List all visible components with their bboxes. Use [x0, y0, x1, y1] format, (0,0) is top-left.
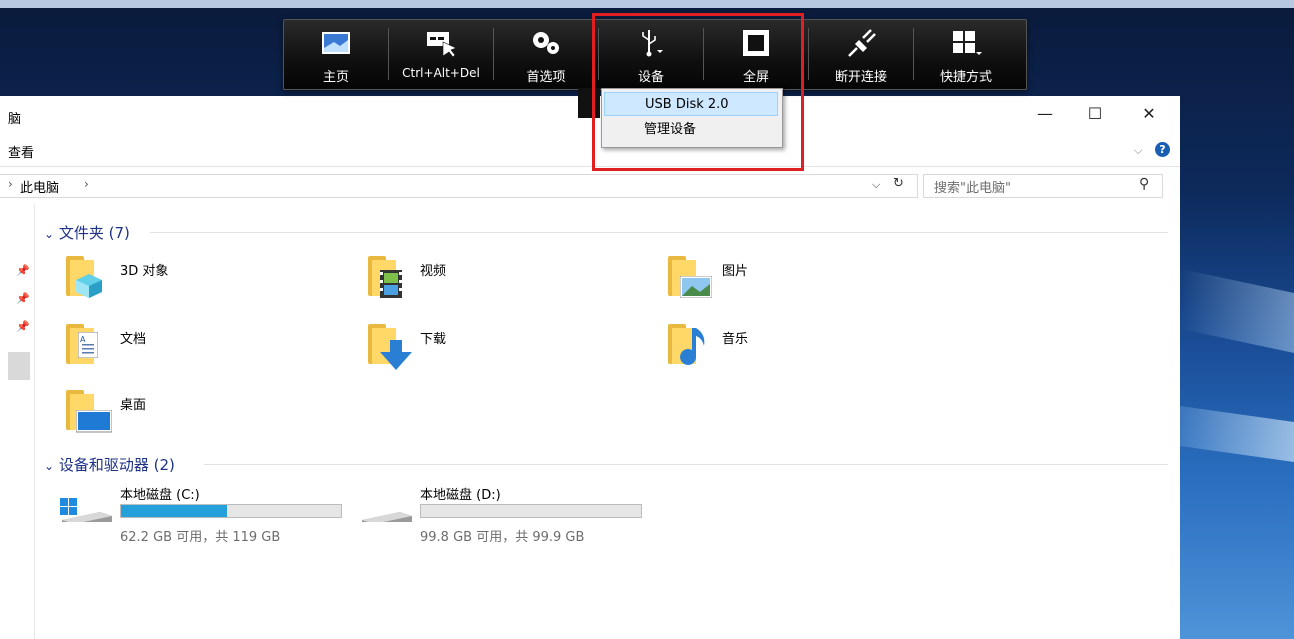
maximize-button[interactable]: ☐: [1080, 102, 1110, 126]
home-icon: [322, 32, 350, 54]
drive-usage-bar: [120, 504, 342, 518]
drives-group-header[interactable]: ⌄ 设备和驱动器 (2): [44, 454, 175, 475]
folder-label: 文档: [120, 332, 147, 347]
folder-label: 下载: [420, 332, 447, 347]
downloads-icon: [368, 324, 412, 370]
pictures-icon: [668, 256, 712, 298]
search-placeholder: 搜索"此电脑": [934, 181, 1011, 196]
top-strip: [0, 0, 1294, 8]
group-divider: [150, 232, 1168, 233]
pin-icon[interactable]: 📌: [16, 292, 30, 305]
ribbon-divider: [0, 166, 1180, 167]
drive-usage-bar: [420, 504, 642, 518]
documents-icon: A: [66, 324, 98, 364]
breadcrumb-chevron-icon[interactable]: ›: [84, 177, 89, 191]
hard-drive-icon: [362, 512, 412, 522]
search-icon[interactable]: ⚲: [1139, 176, 1149, 192]
nav-pane-divider: [34, 204, 35, 639]
collapse-chevron-icon: ⌄: [44, 459, 55, 473]
drive-label: 本地磁盘 (D:): [420, 488, 501, 503]
window-title: 脑: [8, 112, 22, 127]
toolbar-label: 首选项: [526, 70, 566, 85]
collapse-chevron-icon: ⌄: [44, 227, 55, 241]
pin-icon[interactable]: 📌: [16, 320, 30, 333]
close-button[interactable]: ✕: [1134, 102, 1164, 126]
drive-free-space: 99.8 GB 可用，共 99.9 GB: [420, 530, 585, 545]
disconnect-icon: [848, 29, 876, 57]
shortcuts-icon: [953, 31, 982, 55]
ctrl-alt-del-icon: [427, 32, 457, 58]
refresh-icon[interactable]: ↻: [893, 176, 904, 191]
gears-icon: [533, 32, 559, 54]
toolbar-label: 断开连接: [834, 70, 887, 85]
3d-objects-icon: [66, 256, 102, 298]
minimize-button[interactable]: —: [1030, 102, 1060, 126]
highlight-annotation-box: [592, 13, 804, 171]
svg-text:A: A: [80, 335, 86, 344]
wallpaper-light-beam: [1180, 268, 1294, 372]
drive-free-space: 62.2 GB 可用，共 119 GB: [120, 530, 281, 545]
desktop-icon: [66, 390, 112, 433]
toolbar-label: 主页: [322, 70, 349, 85]
address-bar[interactable]: [0, 174, 918, 198]
wallpaper-light-beam: [1180, 405, 1294, 475]
ribbon-expand-chevron-icon[interactable]: ⌵: [1134, 144, 1142, 158]
nav-pane-selected-item[interactable]: [8, 352, 30, 380]
folders-group-header[interactable]: ⌄ 文件夹 (7): [44, 222, 130, 243]
breadcrumb-this-pc[interactable]: 此电脑: [20, 177, 59, 196]
toolbar-home-button[interactable]: 主页: [284, 20, 388, 89]
help-icon[interactable]: ?: [1155, 142, 1170, 157]
folder-label: 图片: [722, 264, 749, 279]
videos-icon: [368, 256, 402, 298]
toolbar-ctrl-alt-del-button[interactable]: Ctrl+Alt+Del: [389, 20, 493, 89]
folder-label: 3D 对象: [120, 264, 169, 279]
toolbar-disconnect-button[interactable]: 断开连接: [809, 20, 913, 89]
folder-label: 音乐: [722, 332, 749, 347]
drive-label: 本地磁盘 (C:): [120, 488, 200, 503]
ribbon-tab-view[interactable]: 查看: [8, 142, 34, 161]
folder-label: 视频: [420, 264, 447, 279]
address-history-dropdown-icon[interactable]: ⌵: [872, 178, 880, 192]
toolbar-preferences-button[interactable]: 首选项: [494, 20, 598, 89]
toolbar-label: Ctrl+Alt+Del: [402, 66, 480, 80]
windows-drive-icon: [60, 498, 112, 522]
music-icon: [668, 324, 705, 365]
breadcrumb-separator: ›: [8, 177, 13, 191]
pin-icon[interactable]: 📌: [16, 264, 30, 277]
group-divider: [204, 464, 1168, 465]
folder-label: 桌面: [120, 398, 147, 413]
toolbar-shortcuts-button[interactable]: 快捷方式: [914, 20, 1018, 89]
explorer-window: 脑 — ☐ ✕ 查看 ⌵ ? › 此电脑 › ⌵ ↻ 搜索"此电脑" ⚲ 📌 📌…: [0, 96, 1180, 639]
drive-usage-fill: [121, 505, 227, 517]
toolbar-label: 快捷方式: [939, 70, 992, 85]
